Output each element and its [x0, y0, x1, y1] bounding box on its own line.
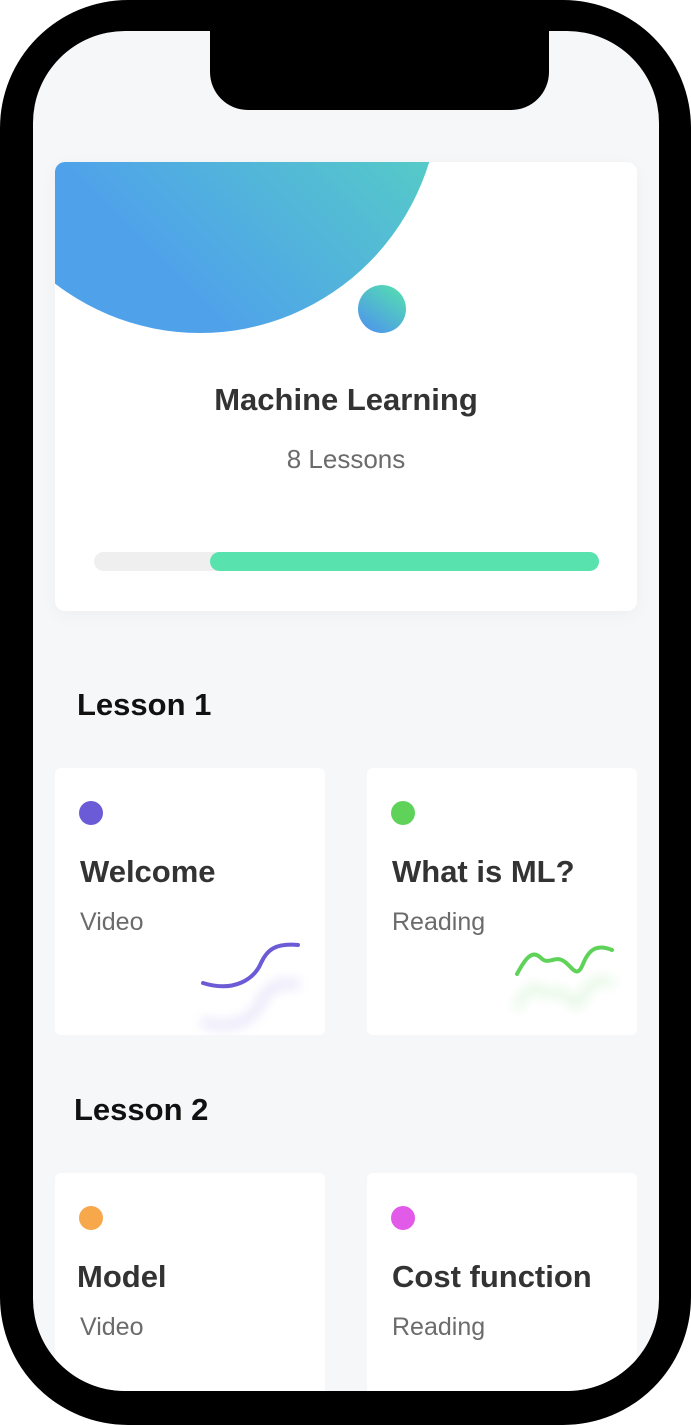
notch [210, 31, 549, 110]
lesson-card-welcome[interactable]: Welcome Video [55, 768, 325, 1035]
status-dot [391, 1206, 415, 1230]
phone-frame: Machine Learning 8 Lessons Lesson 1 Welc… [0, 0, 691, 1425]
status-dot [391, 801, 415, 825]
course-card[interactable]: Machine Learning 8 Lessons [55, 162, 637, 611]
lesson-title: Model [77, 1259, 167, 1294]
lesson-type: Reading [392, 1313, 486, 1341]
course-title: Machine Learning [214, 382, 478, 417]
lesson-card-model[interactable]: Model Video [55, 1173, 325, 1391]
section-heading-lesson-2: Lesson 2 [74, 1092, 209, 1127]
progress-fill [210, 552, 599, 571]
green-wave-icon [515, 945, 614, 1009]
app-screen: Machine Learning 8 Lessons Lesson 1 Welc… [33, 31, 659, 1391]
lesson-type: Video [80, 908, 144, 936]
lesson-title: What is ML? [392, 854, 575, 889]
lesson-card-cost-function[interactable]: Cost function Reading [367, 1173, 637, 1391]
lesson-title: Welcome [80, 854, 216, 889]
lesson-type: Reading [392, 908, 486, 936]
lesson-type: Video [80, 1313, 144, 1341]
section-heading-lesson-1: Lesson 1 [77, 687, 212, 722]
lessons-count: 8 Lessons [286, 444, 406, 474]
purple-curve-icon [201, 942, 300, 1028]
course-icon [358, 285, 406, 333]
lesson-title: Cost function [392, 1259, 592, 1294]
status-dot [79, 1206, 103, 1230]
progress-bar [94, 552, 599, 571]
status-dot [79, 801, 103, 825]
lesson-card-what-is-ml[interactable]: What is ML? Reading [367, 768, 637, 1035]
